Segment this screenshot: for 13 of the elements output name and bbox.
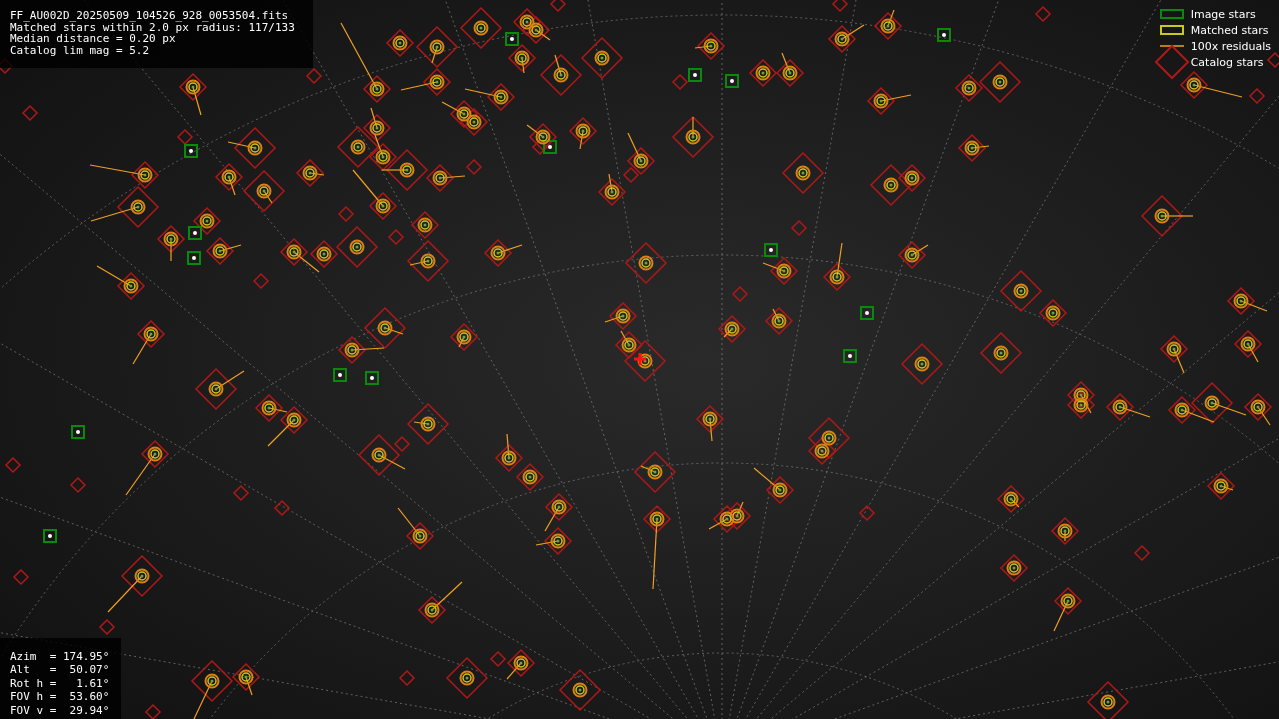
info-text: Rot h = 1.61° (10, 676, 110, 690)
info-text: FOV v = 29.94° (10, 703, 110, 717)
info-text: Alt = 50.07° (10, 663, 110, 677)
info-text: Catalog lim mag = 5.2 (10, 44, 151, 56)
info-text: Median distance = 0.20 px (10, 33, 176, 45)
legend-label: Catalog stars (1190, 55, 1264, 69)
legend-label: Matched stars (1190, 23, 1269, 37)
info-text: Matched stars within 2.0 px radius: 117/133 (10, 21, 295, 33)
legend-label: 100x residuals (1190, 39, 1271, 53)
legend-label: Image stars (1190, 7, 1256, 21)
info-text: FF_AU002D_20250509_104526_928_0053504.fits (10, 10, 290, 22)
info-text: FOV h = 53.60° (10, 690, 110, 704)
info-text: Azim = 174.95° (10, 649, 110, 663)
